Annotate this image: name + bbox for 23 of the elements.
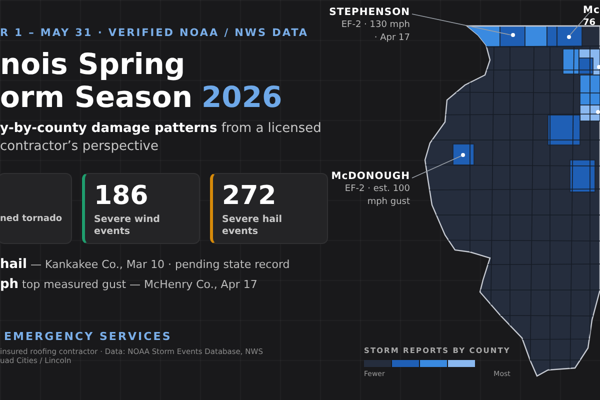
stat-label: ned tornado (0, 212, 64, 225)
leader-line (412, 156, 462, 178)
stat-value: 272 (222, 182, 278, 210)
page-title: nois Spring (0, 48, 186, 81)
highlight-line: ph top measured gust — McHenry Co., Apr 17 (0, 276, 258, 293)
county-label: Mc (583, 4, 600, 17)
footer-title: EMERGENCY SERVICES (4, 328, 173, 345)
page-title: orm Season (0, 80, 192, 114)
county-detail: EF-2 · est. 100 (344, 183, 410, 196)
county-detail: mph gust (367, 196, 410, 209)
date-range-kicker: R 1 – MAY 31 · VERIFIED NOAA / NWS DATA (0, 26, 310, 41)
stat-label: Severe hail events (222, 214, 284, 238)
subtitle: y-by-county damage patterns from a licensed (0, 120, 322, 138)
county-label: STEPHENSON (329, 6, 410, 19)
highlight-line: hail — Kankakee Co., Mar 10 · pending state record (0, 256, 291, 273)
subtitle: contractor’s perspective (0, 138, 160, 156)
county-detail: 76 (583, 17, 596, 30)
stat-label: Severe wind events (94, 214, 161, 238)
county-detail: EF-2 · 130 mph (341, 19, 410, 32)
title-year: 2026 (202, 80, 282, 114)
county-label: McDONOUGH (331, 170, 410, 183)
stat-value: 186 (94, 182, 150, 210)
county-detail: · Apr 17 (374, 32, 410, 45)
